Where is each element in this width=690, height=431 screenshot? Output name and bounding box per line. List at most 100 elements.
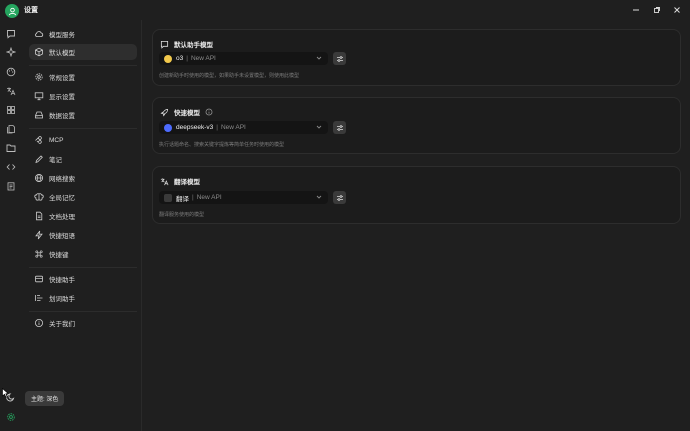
user-avatar[interactable] — [5, 4, 19, 18]
settings-gear-icon — [7, 413, 15, 421]
note-icon — [34, 154, 44, 164]
sidebar-item-label: 模型服务 — [49, 32, 75, 39]
translate-icon — [159, 176, 169, 186]
model-settings-button[interactable] — [333, 121, 346, 134]
sidebar-item-display[interactable]: 显示设置 — [29, 88, 137, 104]
user-icon — [8, 7, 16, 15]
sidebar-item-about[interactable]: 关于我们 — [29, 315, 137, 331]
grid-icon — [7, 106, 15, 114]
chevron-down-icon — [316, 195, 322, 199]
sidebar-item-selection-assistant[interactable]: 划词助手 — [29, 290, 137, 306]
translate-nav-button[interactable] — [4, 84, 18, 98]
sidebar-item-label: 数据设置 — [49, 113, 75, 120]
minimize-icon — [633, 9, 639, 11]
notes-nav-button[interactable] — [4, 179, 18, 193]
provider-name: New API — [220, 124, 246, 131]
sidebar-item-label: 全局记忆 — [49, 195, 75, 202]
sidebar-item-notes[interactable]: 笔记 — [29, 151, 137, 167]
settings-sidebar: 模型服务 默认模型 常规设置 显示设置 数据设置 MCP 笔记 网络搜索 全局记… — [23, 20, 142, 431]
sliders-icon — [336, 194, 343, 201]
theme-tooltip: 主题: 深色 — [25, 391, 65, 406]
model-name: deepseek-v3 — [176, 124, 214, 131]
sidebar-item-quick-phrases[interactable]: 快捷短语 — [29, 227, 137, 243]
sidebar-item-label: 快捷短语 — [49, 233, 75, 240]
chevron-down-icon — [316, 56, 322, 60]
model-settings-button[interactable] — [333, 52, 346, 65]
provider-name: New API — [196, 194, 222, 201]
clipboard-icon — [7, 182, 15, 191]
sidebar-item-label: 文档处理 — [49, 214, 75, 221]
sidebar-item-memory[interactable]: 全局记忆 — [29, 189, 137, 205]
chat-icon — [7, 30, 15, 39]
apps-nav-button[interactable] — [4, 103, 18, 117]
rocket-icon — [159, 107, 169, 117]
sidebar-divider — [29, 267, 137, 268]
sidebar-item-general[interactable]: 常规设置 — [29, 69, 137, 85]
sidebar-item-documents[interactable]: 文档处理 — [29, 208, 137, 224]
agents-nav-button[interactable] — [4, 45, 18, 59]
close-icon — [674, 7, 680, 13]
restore-icon — [654, 7, 660, 13]
sidebar-item-data[interactable]: 数据设置 — [29, 107, 137, 123]
code-nav-button[interactable] — [4, 160, 18, 174]
palette-icon — [6, 67, 16, 77]
folder-icon — [6, 144, 16, 152]
provider-name: New API — [190, 55, 216, 62]
card-title: 默认助手模型 — [159, 39, 213, 49]
monitor-icon — [34, 91, 44, 101]
sidebar-divider — [29, 311, 137, 312]
model-select[interactable]: 翻译 | New API — [159, 191, 328, 204]
mcp-icon — [34, 135, 44, 145]
sidebar-item-label: 网络搜索 — [49, 176, 75, 183]
default-assistant-model-card: 默认助手模型 o3 | New API 创建新助手时使用的模型，如果助手未设置模… — [152, 29, 681, 86]
settings-nav-button[interactable] — [4, 410, 18, 424]
code-icon — [6, 164, 16, 170]
minimize-button[interactable] — [629, 4, 643, 16]
files-nav-button[interactable] — [4, 141, 18, 155]
sidebar-item-label: 常规设置 — [49, 75, 75, 82]
sliders-icon — [336, 55, 343, 62]
sidebar-item-label: 显示设置 — [49, 94, 75, 101]
model-select[interactable]: deepseek-v3 | New API — [159, 121, 328, 134]
model-logo-icon — [164, 193, 172, 202]
info-icon — [34, 318, 44, 328]
sidebar-item-quick-assistant[interactable]: 快捷助手 — [29, 271, 137, 287]
sidebar-item-mcp[interactable]: MCP — [29, 132, 137, 148]
cloud-icon — [34, 29, 44, 39]
model-select[interactable]: o3 | New API — [159, 52, 328, 65]
cube-icon — [34, 47, 44, 57]
text-select-icon — [34, 293, 44, 303]
info-icon[interactable] — [205, 108, 213, 116]
quick-model-card: 快速模型 deepseek-v3 | New API 执行话题命名、搜索关键字提… — [152, 97, 681, 154]
model-settings-button[interactable] — [333, 191, 346, 204]
sidebar-divider — [29, 128, 137, 129]
sidebar-item-shortcuts[interactable]: 快捷键 — [29, 246, 137, 262]
sidebar-item-model-service[interactable]: 模型服务 — [29, 26, 137, 42]
translate-icon — [7, 87, 16, 96]
card-description: 翻译服务使用的模型 — [159, 212, 205, 218]
paint-nav-button[interactable] — [4, 65, 18, 79]
sidebar-divider — [29, 65, 137, 66]
maximize-button[interactable] — [650, 4, 664, 16]
sidebar-item-web-search[interactable]: 网络搜索 — [29, 170, 137, 186]
sidebar-item-label: 默认模型 — [49, 50, 75, 57]
hard-drive-icon — [34, 110, 44, 120]
close-button[interactable] — [670, 4, 684, 16]
sidebar-item-label: 关于我们 — [49, 321, 75, 328]
card-title: 翻译模型 — [159, 176, 200, 186]
model-name: o3 — [176, 55, 184, 62]
model-name: 翻译 — [176, 195, 189, 203]
card-title: 快速模型 — [159, 107, 213, 117]
window-title: 设置 — [24, 7, 38, 14]
chat-nav-button[interactable] — [4, 27, 18, 41]
card-description: 创建新助手时使用的模型，如果助手未设置模型，则使用此模型 — [159, 73, 300, 79]
knowledge-nav-button[interactable] — [4, 122, 18, 136]
sparkle-icon — [6, 47, 16, 57]
globe-icon — [34, 173, 44, 183]
sidebar-item-label: 笔记 — [49, 157, 62, 164]
sidebar-item-default-model[interactable]: 默认模型 — [29, 44, 137, 60]
sidebar-item-label: MCP — [49, 136, 64, 144]
package-icon — [34, 274, 44, 284]
sidebar-item-label: 快捷助手 — [49, 277, 75, 284]
sidebar-item-label: 划词助手 — [49, 296, 75, 303]
